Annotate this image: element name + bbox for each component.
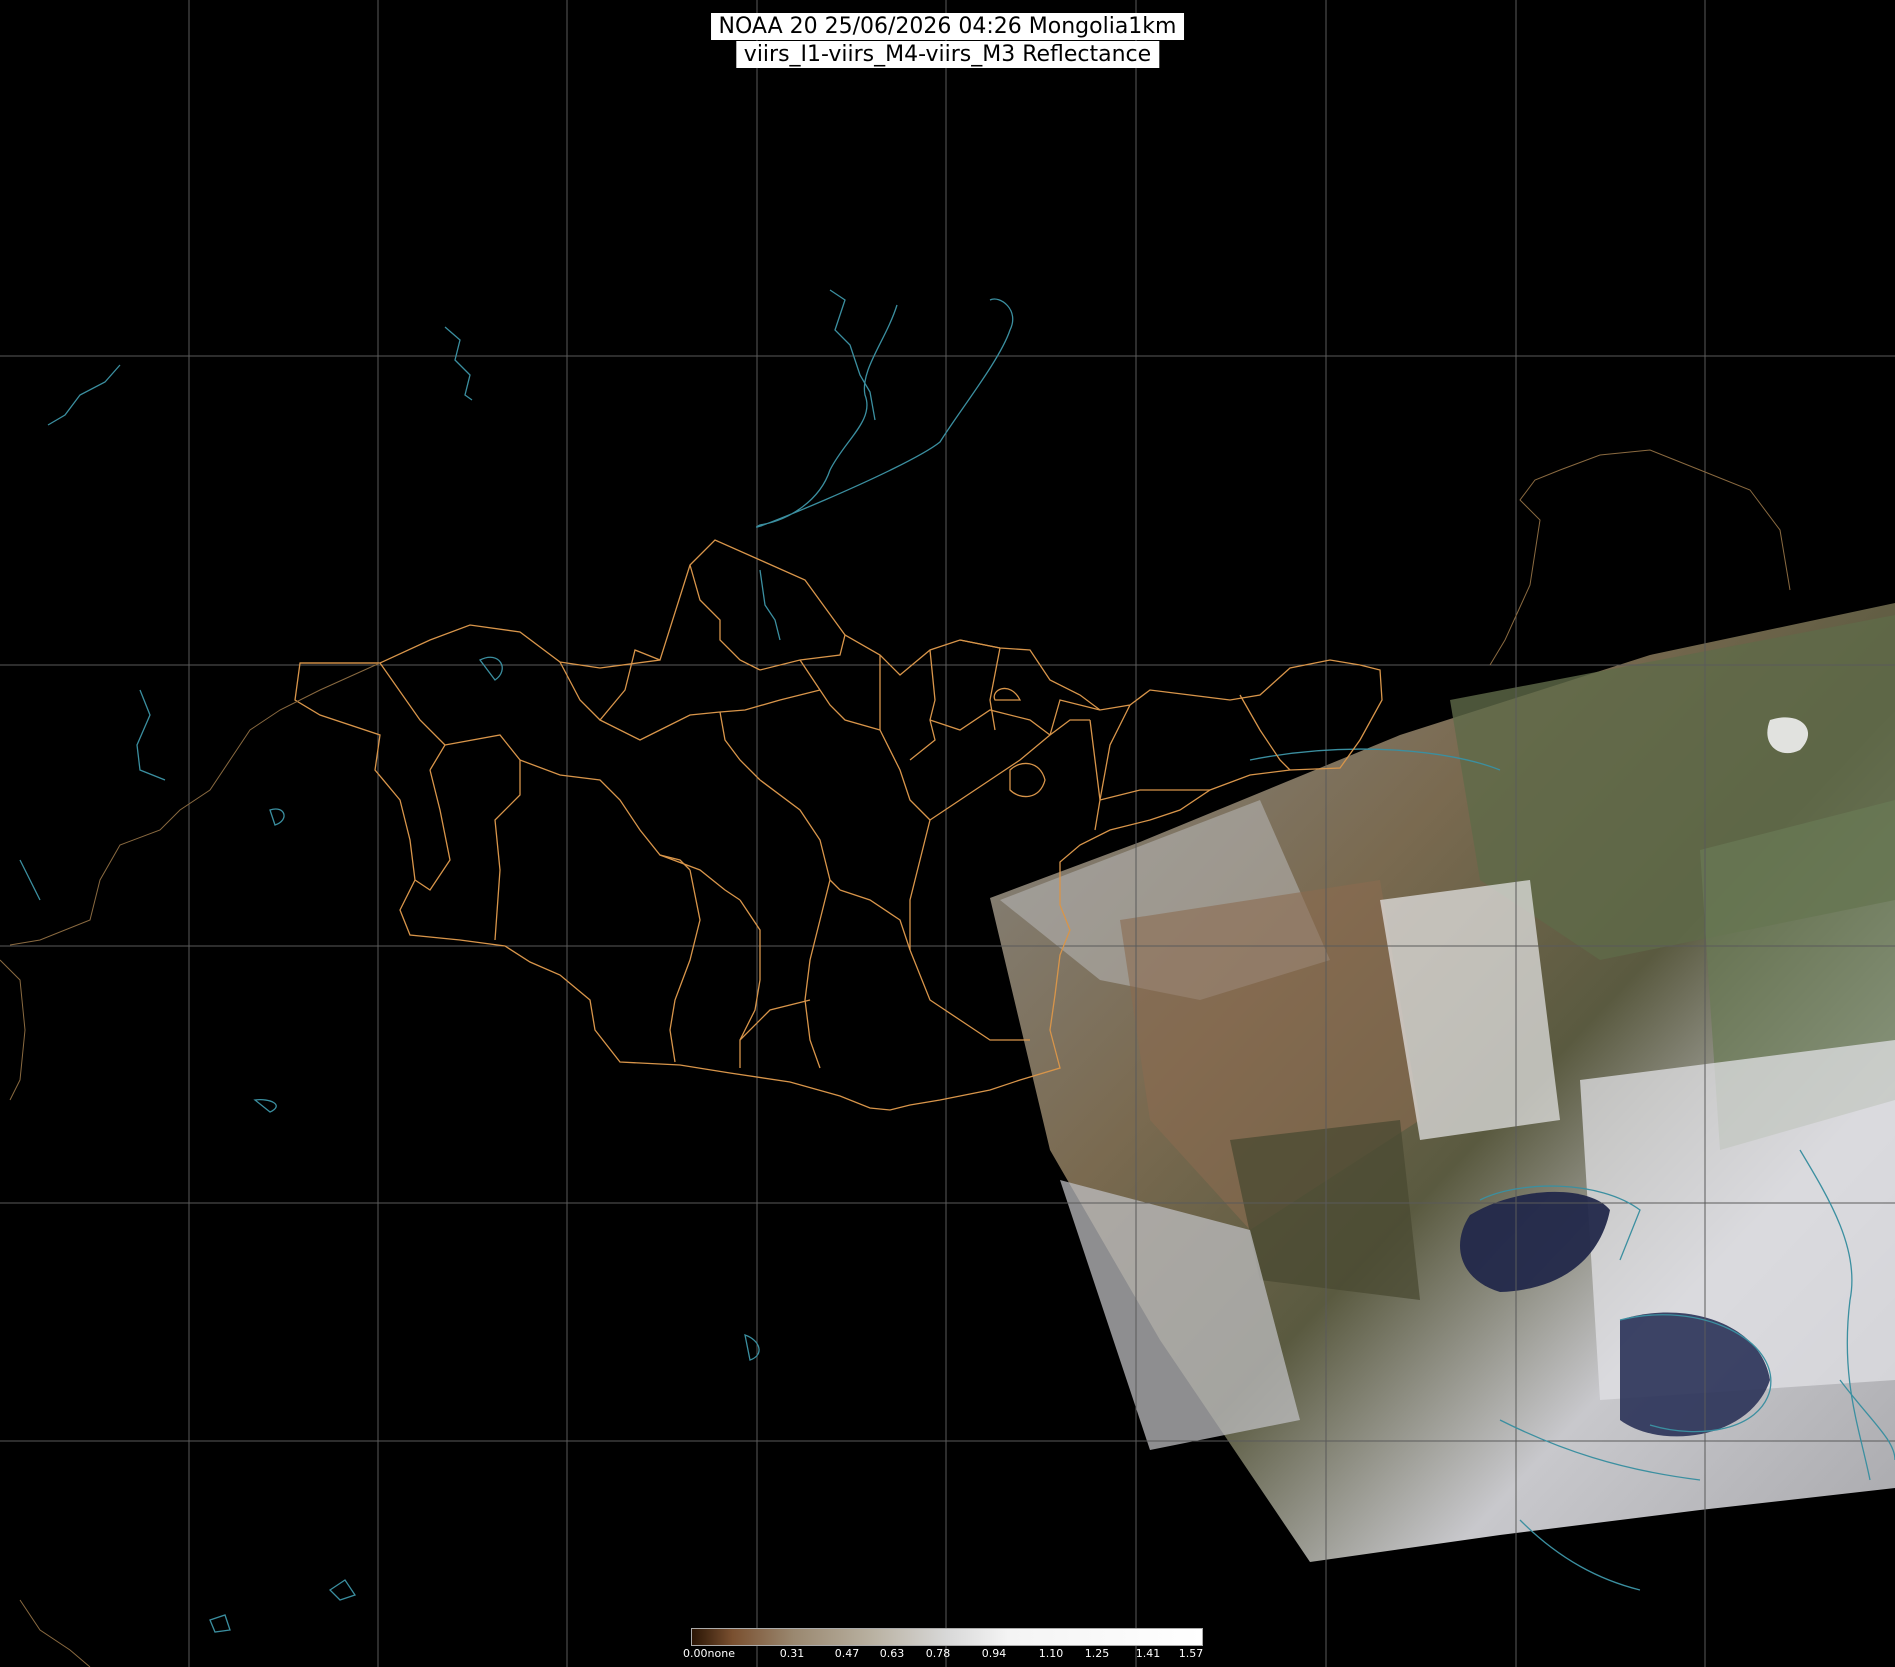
colorbar-legend: 0.00none 0.31 0.47 0.63 0.78 0.94 1.10 1… [683, 1628, 1205, 1666]
satellite-map [0, 0, 1895, 1667]
colorbar-tick-label: 0.47 [834, 1647, 860, 1660]
title-line-2: viirs_I1-viirs_M4-viirs_M3 Reflectance [735, 41, 1160, 68]
colorbar-tick-label: 0.94 [981, 1647, 1007, 1660]
title-line-1: NOAA 20 25/06/2026 04:26 Mongolia1km [710, 13, 1185, 40]
colorbar-tick-label: 1.41 [1135, 1647, 1161, 1660]
colorbar-tick-label: 0.63 [879, 1647, 905, 1660]
colorbar-tick-label: 0.31 [779, 1647, 805, 1660]
satellite-swath [990, 603, 1895, 1562]
colorbar-gradient [691, 1628, 1203, 1646]
colorbar-tick-label: 0.78 [925, 1647, 951, 1660]
colorbar-tick-label: 1.57 [1178, 1647, 1204, 1660]
colorbar-tick-label: 0.00none [683, 1647, 735, 1660]
colorbar-tick-label: 1.10 [1038, 1647, 1064, 1660]
colorbar-tick-label: 1.25 [1084, 1647, 1110, 1660]
